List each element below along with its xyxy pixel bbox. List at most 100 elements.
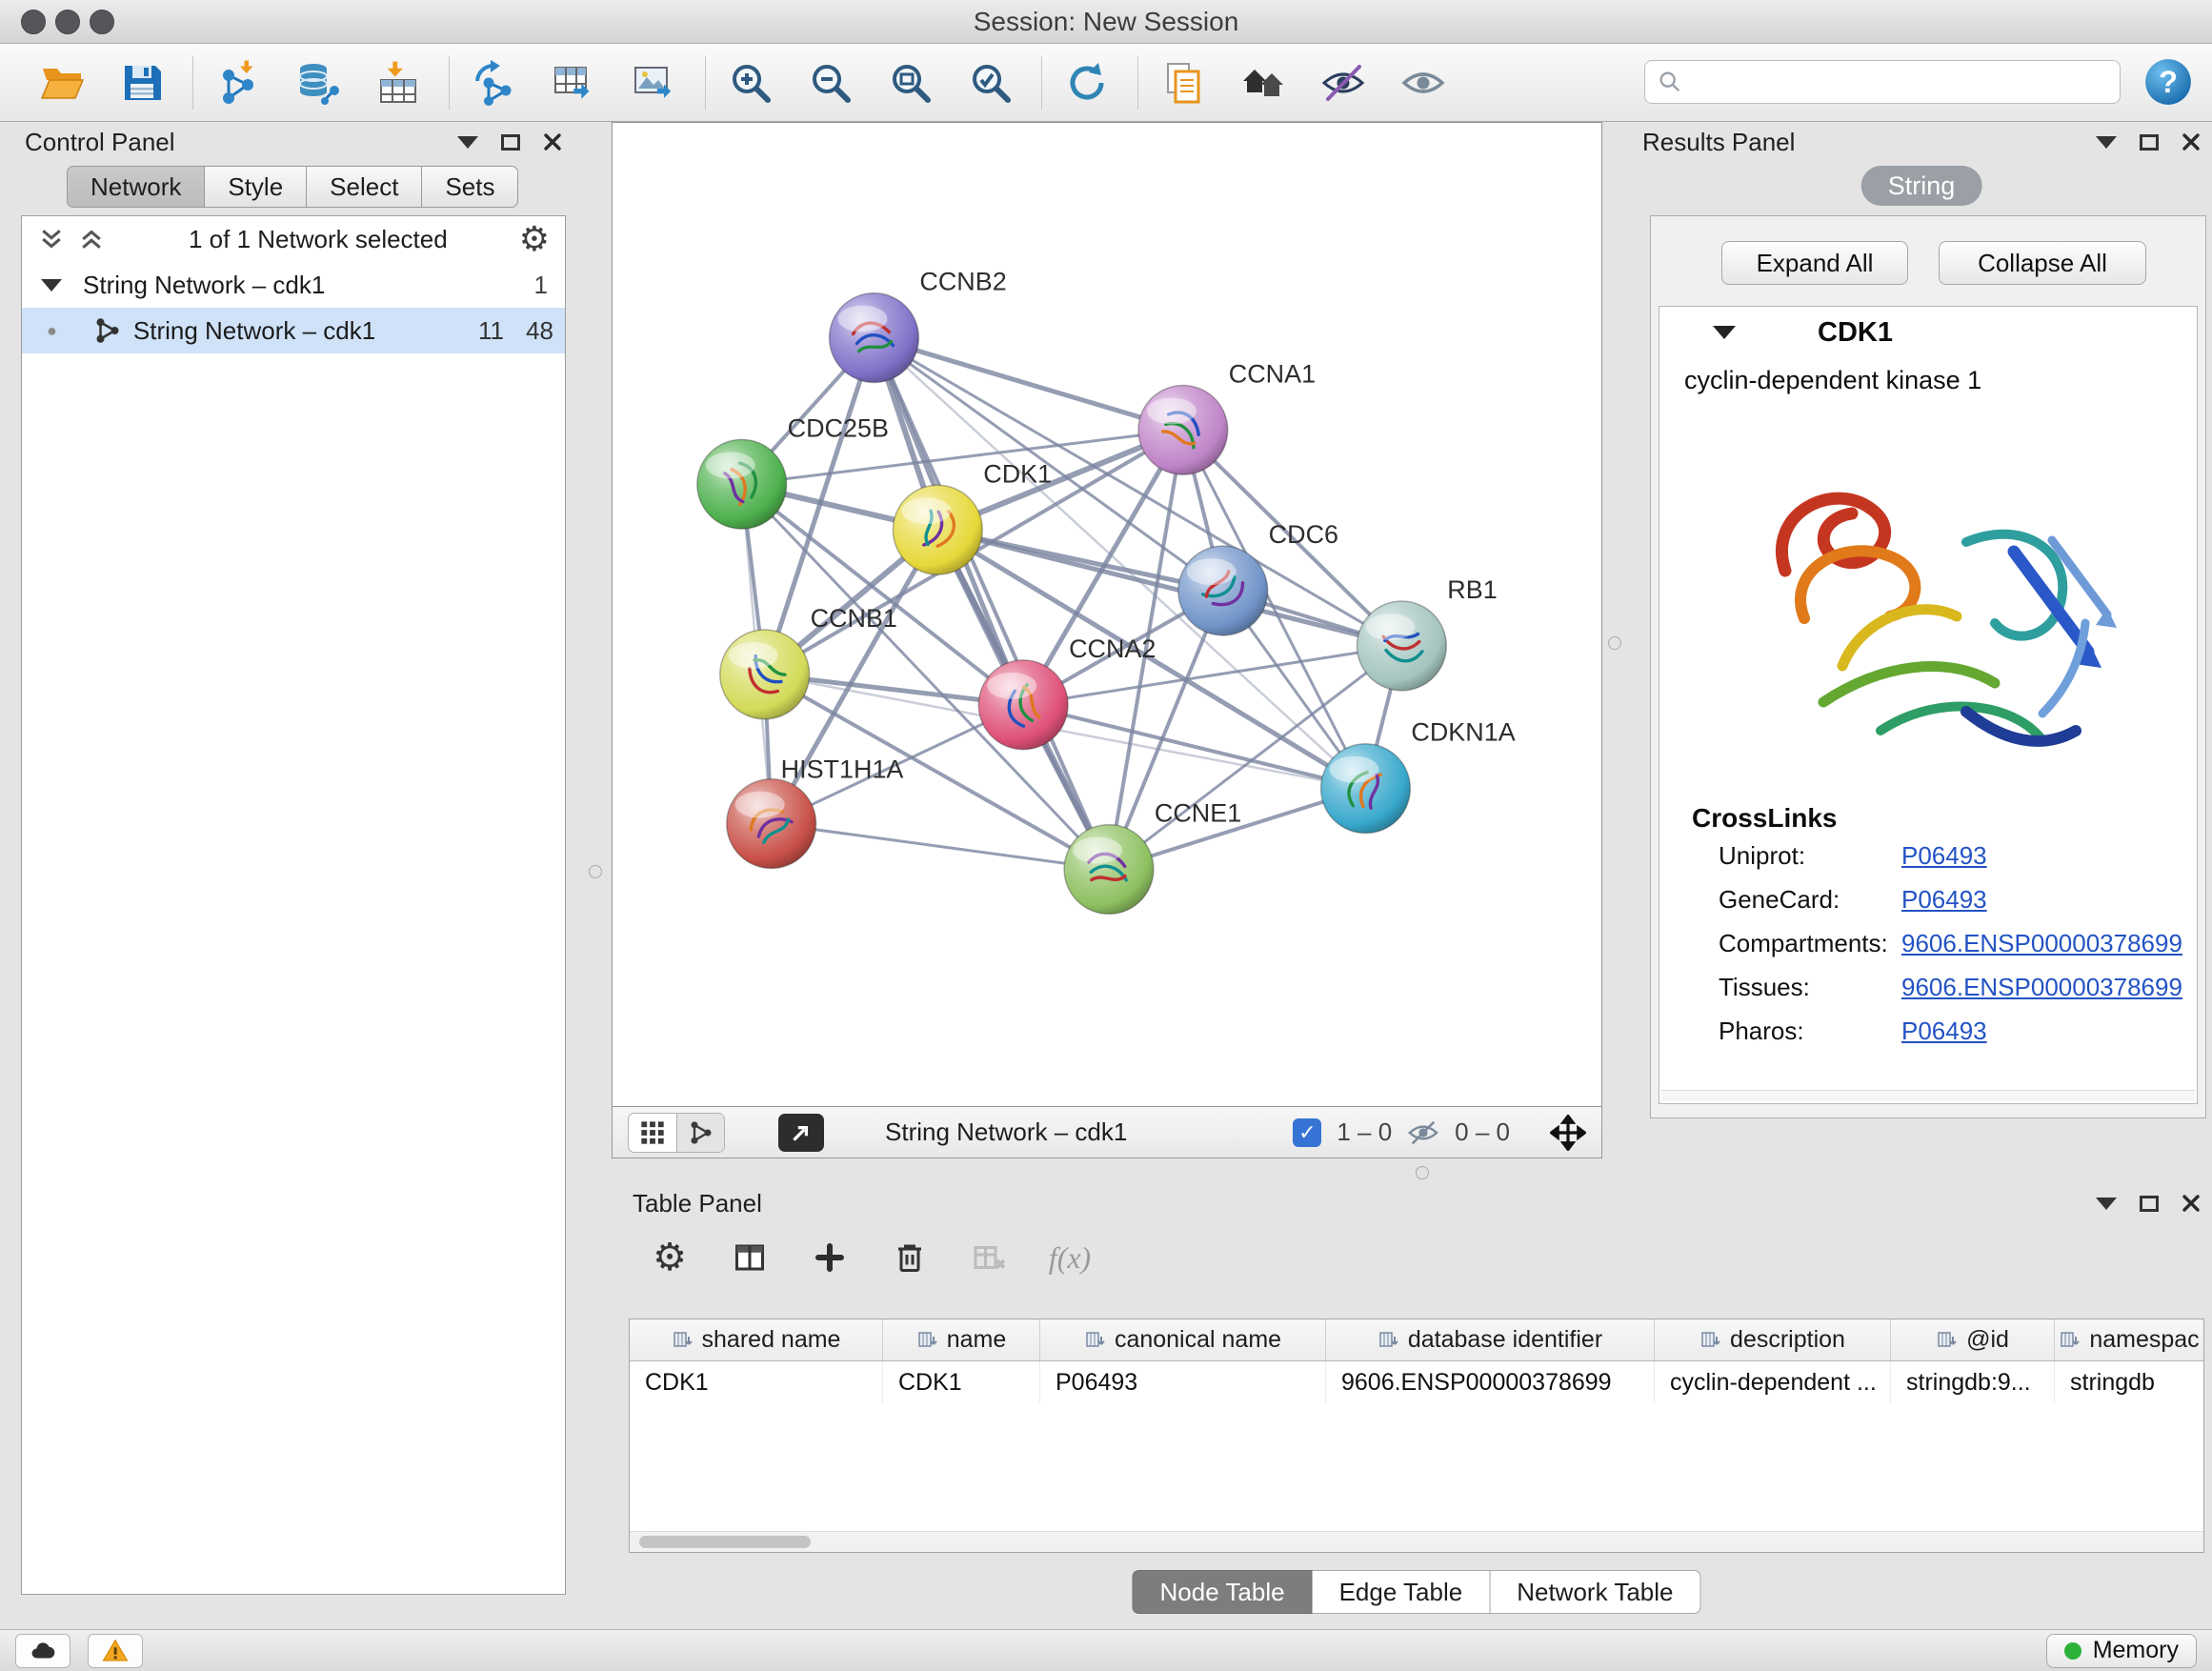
minimize-window-button[interactable] bbox=[55, 10, 80, 34]
apply-layout-button[interactable] bbox=[1057, 53, 1116, 112]
import-table-button[interactable] bbox=[369, 53, 428, 112]
crosslink-link[interactable]: 9606.ENSP00000378699 bbox=[1901, 973, 2182, 1002]
create-column-button[interactable] bbox=[810, 1238, 850, 1278]
network-edge[interactable] bbox=[874, 338, 1109, 870]
tab-select[interactable]: Select bbox=[307, 166, 422, 208]
results-scrollbar[interactable] bbox=[1661, 1090, 2195, 1101]
panel-float-icon[interactable] bbox=[501, 134, 520, 151]
network-node[interactable]: CCNB1 bbox=[720, 604, 897, 719]
panel-close-icon[interactable] bbox=[2182, 132, 2201, 151]
column-header[interactable]: database identifier bbox=[1326, 1319, 1655, 1360]
network-collection-row[interactable]: String Network – cdk1 1 bbox=[22, 262, 565, 308]
table-cell[interactable]: cyclin-dependent ... bbox=[1655, 1361, 1891, 1403]
new-network-button[interactable] bbox=[465, 53, 524, 112]
table-cell[interactable]: CDK1 bbox=[630, 1361, 883, 1403]
detach-view-button[interactable] bbox=[778, 1114, 824, 1152]
import-network-database-button[interactable] bbox=[289, 53, 348, 112]
new-table-button[interactable] bbox=[545, 53, 604, 112]
panel-float-icon[interactable] bbox=[2140, 134, 2159, 151]
crosslink-link[interactable]: P06493 bbox=[1901, 841, 1987, 871]
splitter-handle[interactable] bbox=[589, 865, 602, 878]
string-tab-badge[interactable]: String bbox=[1861, 166, 1982, 206]
tab-network[interactable]: Network bbox=[67, 166, 205, 208]
splitter-handle[interactable] bbox=[1608, 636, 1621, 650]
show-columns-button[interactable] bbox=[730, 1238, 770, 1278]
expand-all-button[interactable]: Expand All bbox=[1721, 241, 1908, 285]
tab-sets[interactable]: Sets bbox=[422, 166, 518, 208]
crosslink-link[interactable]: 9606.ENSP00000378699 bbox=[1901, 929, 2182, 958]
table-cell[interactable]: 9606.ENSP00000378699 bbox=[1326, 1361, 1655, 1403]
network-options-gear-icon[interactable]: ⚙ bbox=[519, 222, 550, 256]
network-view-button[interactable] bbox=[676, 1114, 724, 1152]
table-cell[interactable]: CDK1 bbox=[883, 1361, 1040, 1403]
function-builder-button[interactable]: f(x) bbox=[1050, 1238, 1090, 1278]
network-graph[interactable]: CCNB2CCNA1CDC25BCDK1CDC6RB1CCNB1CCNA2CDK… bbox=[613, 123, 1601, 1106]
network-row[interactable]: ● String Network – cdk1 11 48 bbox=[22, 308, 565, 353]
network-node[interactable]: CCNA1 bbox=[1138, 359, 1316, 474]
selected-checkbox-icon[interactable]: ✓ bbox=[1293, 1118, 1321, 1147]
network-node[interactable]: CCNB2 bbox=[830, 268, 1007, 383]
column-header[interactable]: shared name bbox=[630, 1319, 883, 1360]
panel-close-icon[interactable] bbox=[543, 132, 562, 151]
collapse-all-button[interactable]: Collapse All bbox=[1939, 241, 2146, 285]
tab-edge-table[interactable]: Edge Table bbox=[1313, 1570, 1491, 1614]
memory-button[interactable]: Memory bbox=[2046, 1634, 2197, 1668]
close-window-button[interactable] bbox=[21, 10, 46, 34]
network-edge[interactable] bbox=[772, 824, 1109, 870]
export-image-button[interactable] bbox=[625, 53, 684, 112]
tab-style[interactable]: Style bbox=[205, 166, 307, 208]
section-collapse-icon[interactable] bbox=[1713, 326, 1736, 339]
network-node[interactable]: CDKN1A bbox=[1321, 718, 1516, 834]
scrollbar-thumb[interactable] bbox=[639, 1536, 811, 1548]
cloud-status-button[interactable] bbox=[15, 1634, 70, 1668]
splitter-handle[interactable] bbox=[1416, 1166, 1429, 1179]
zoom-out-button[interactable] bbox=[801, 53, 860, 112]
show-graphics-details-button[interactable] bbox=[1394, 53, 1453, 112]
crosslink-link[interactable]: P06493 bbox=[1901, 1017, 1987, 1046]
table-row[interactable]: CDK1 CDK1 P06493 9606.ENSP00000378699 cy… bbox=[630, 1361, 2203, 1403]
table-options-button[interactable]: ⚙ bbox=[650, 1238, 690, 1278]
delete-column-button[interactable] bbox=[890, 1238, 930, 1278]
panel-collapse-icon[interactable] bbox=[2096, 136, 2117, 149]
table-cell[interactable]: stringdb bbox=[2055, 1361, 2203, 1403]
panel-float-icon[interactable] bbox=[2140, 1196, 2159, 1212]
zoom-fit-button[interactable] bbox=[881, 53, 940, 112]
help-button[interactable]: ? bbox=[2143, 57, 2193, 107]
zoom-window-button[interactable] bbox=[90, 10, 114, 34]
open-session-button[interactable] bbox=[32, 53, 91, 112]
network-node[interactable]: HIST1H1A bbox=[727, 755, 904, 869]
column-header[interactable]: @id bbox=[1891, 1319, 2055, 1360]
table-cell[interactable]: P06493 bbox=[1040, 1361, 1326, 1403]
column-header[interactable]: canonical name bbox=[1040, 1319, 1326, 1360]
gene-section-header[interactable]: CDK1 bbox=[1659, 307, 2197, 358]
birds-eye-button[interactable] bbox=[1234, 53, 1293, 112]
network-canvas[interactable]: CCNB2CCNA1CDC25BCDK1CDC6RB1CCNB1CCNA2CDK… bbox=[612, 122, 1602, 1107]
search-input[interactable] bbox=[1691, 69, 2108, 96]
hide-graphics-details-button[interactable] bbox=[1314, 53, 1373, 112]
panel-collapse-icon[interactable] bbox=[457, 136, 478, 149]
tree-expand-icon[interactable] bbox=[41, 279, 62, 292]
save-session-button[interactable] bbox=[112, 53, 171, 112]
zoom-in-button[interactable] bbox=[721, 53, 780, 112]
expand-all-icon[interactable] bbox=[77, 225, 106, 253]
annotations-button[interactable] bbox=[1154, 53, 1213, 112]
network-edge[interactable] bbox=[874, 338, 1182, 431]
pan-move-icon[interactable] bbox=[1550, 1115, 1586, 1151]
column-header[interactable]: namespac bbox=[2055, 1319, 2203, 1360]
panel-close-icon[interactable] bbox=[2182, 1194, 2201, 1213]
tab-node-table[interactable]: Node Table bbox=[1133, 1570, 1313, 1614]
panel-collapse-icon[interactable] bbox=[2096, 1198, 2117, 1210]
column-header[interactable]: description bbox=[1655, 1319, 1891, 1360]
hidden-eye-icon[interactable] bbox=[1407, 1117, 1439, 1149]
import-network-file-button[interactable] bbox=[209, 53, 268, 112]
delete-table-button[interactable] bbox=[970, 1238, 1010, 1278]
tab-network-table[interactable]: Network Table bbox=[1490, 1570, 1700, 1614]
network-node[interactable]: RB1 bbox=[1357, 575, 1497, 691]
column-header[interactable]: name bbox=[883, 1319, 1040, 1360]
collapse-all-icon[interactable] bbox=[37, 225, 66, 253]
warnings-button[interactable] bbox=[88, 1634, 143, 1668]
network-node[interactable]: CDK1 bbox=[893, 459, 1052, 574]
zoom-selected-button[interactable] bbox=[961, 53, 1020, 112]
grid-view-button[interactable] bbox=[629, 1114, 676, 1152]
horizontal-scrollbar[interactable] bbox=[630, 1531, 2203, 1552]
